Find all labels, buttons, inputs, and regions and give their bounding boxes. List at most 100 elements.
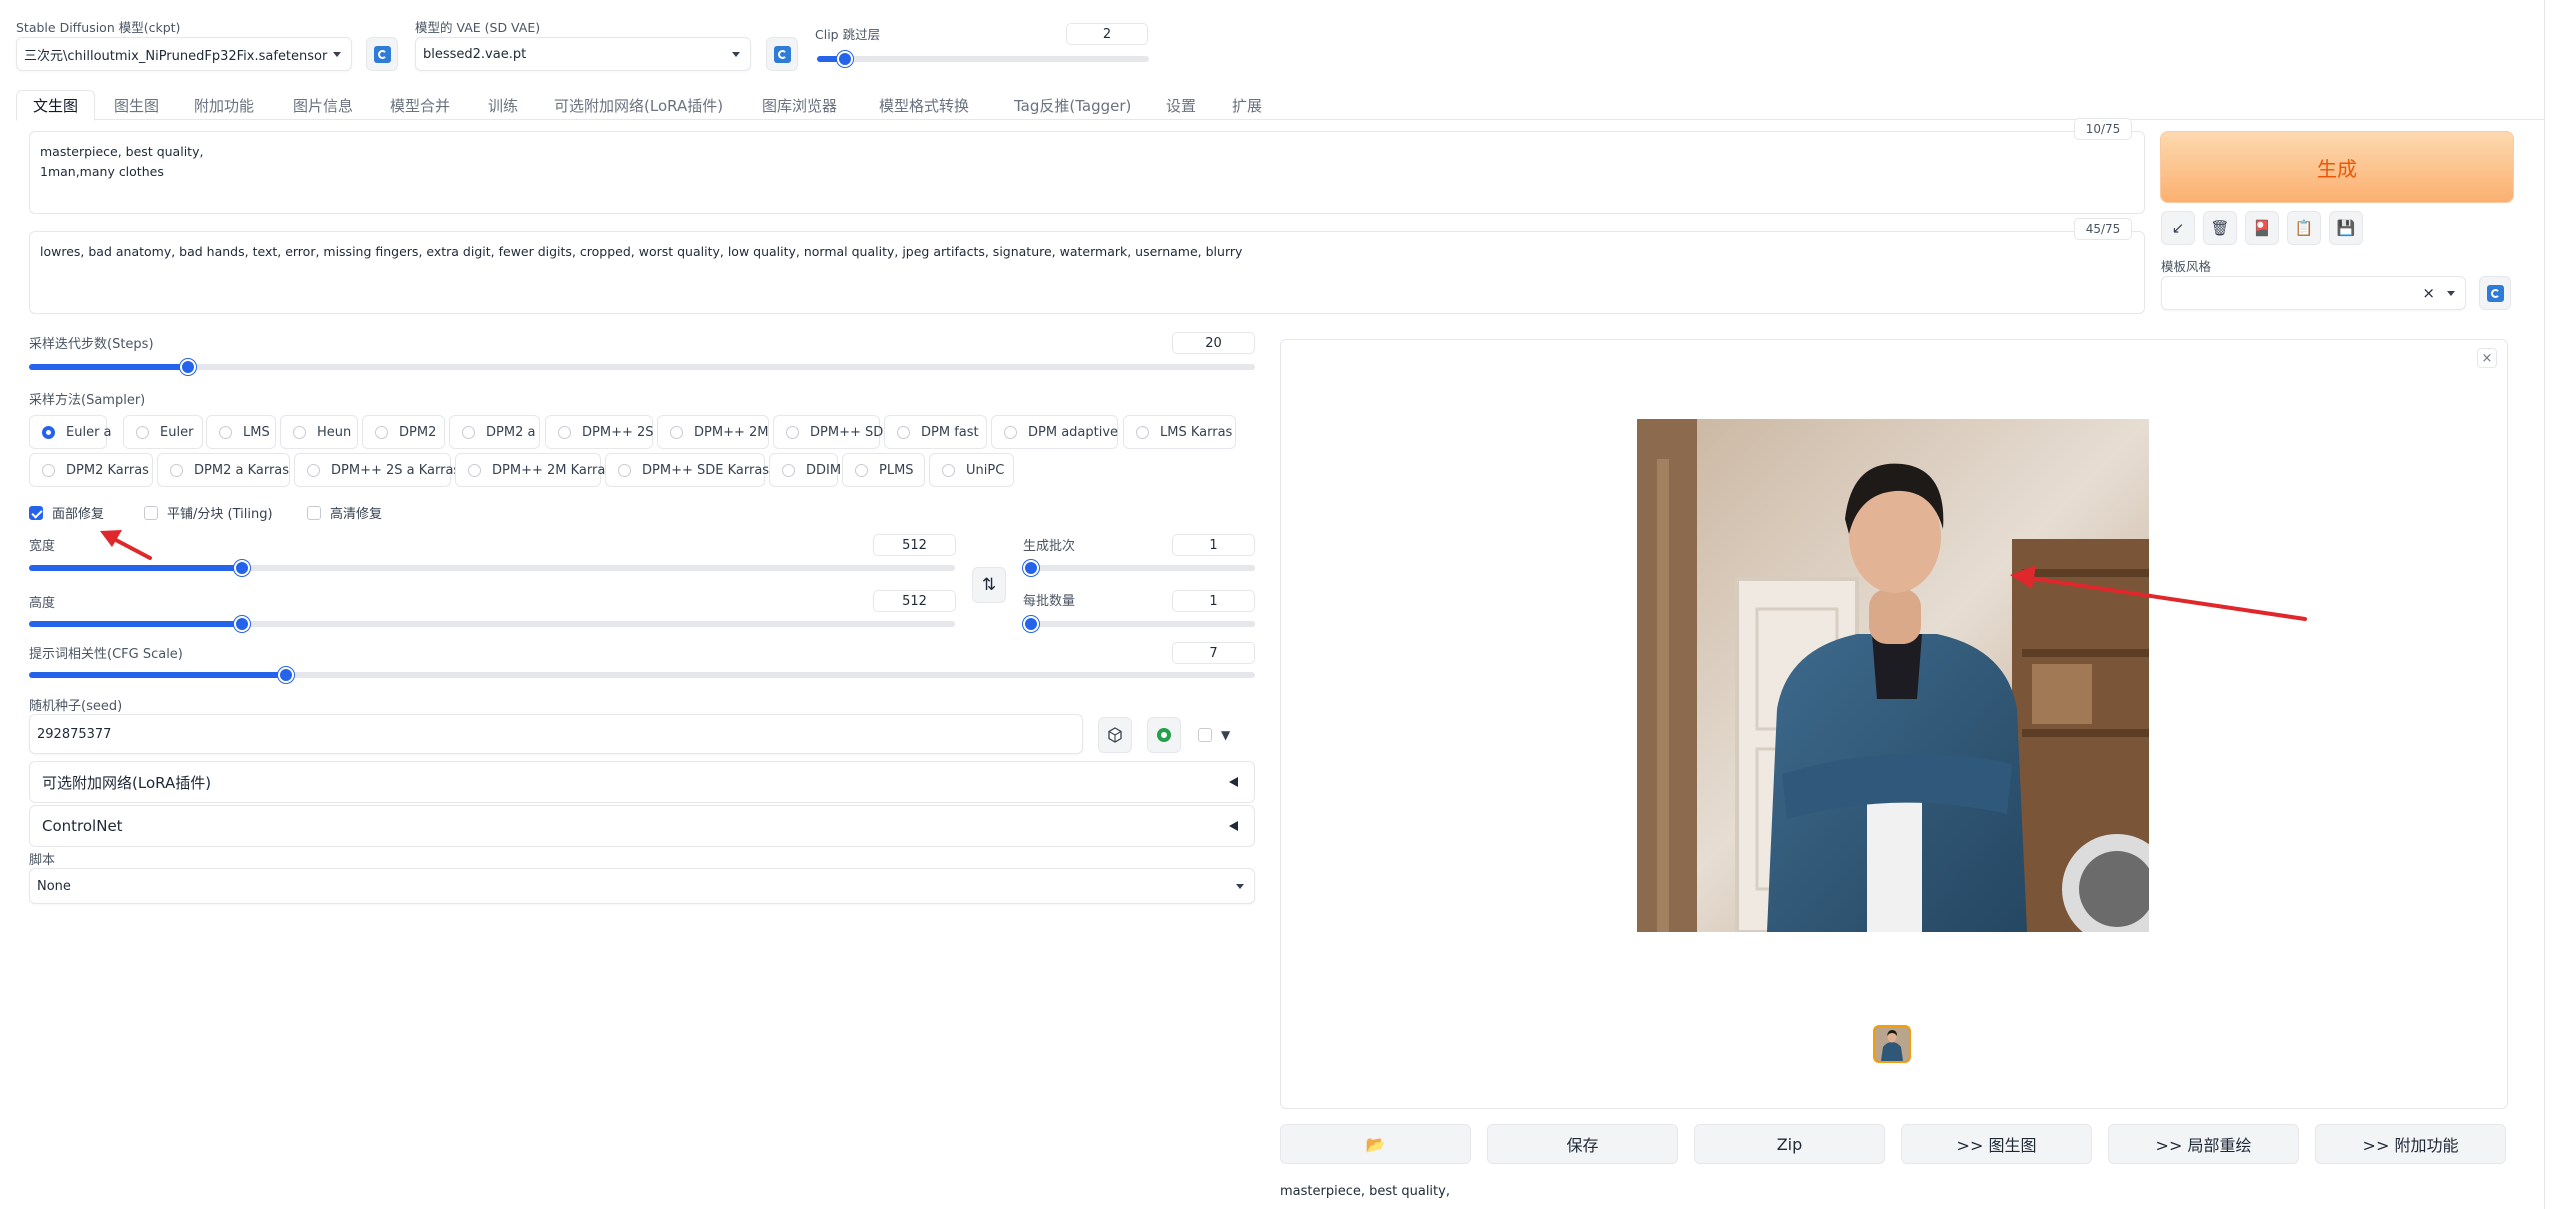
cfg-slider[interactable]: [29, 667, 1255, 683]
clip-slider[interactable]: [817, 51, 1149, 67]
slider-thumb[interactable]: [836, 51, 853, 67]
sampler-radio-dpm-adaptive[interactable]: DPM adaptive: [991, 415, 1118, 449]
send-to-inpaint-button[interactable]: >> 局部重绘: [2108, 1124, 2299, 1164]
apply-style-button[interactable]: 📋: [2287, 211, 2321, 245]
save-style-button[interactable]: 💾: [2329, 211, 2363, 245]
sampler-radio-dpm2[interactable]: DPM2: [362, 415, 445, 449]
zip-button[interactable]: Zip: [1694, 1124, 1885, 1164]
slider-thumb[interactable]: [1023, 616, 1039, 632]
extra-networks-button[interactable]: 🎴: [2245, 211, 2279, 245]
triangle-left-icon: [1229, 777, 1238, 787]
sampler-radio-lms-karras[interactable]: LMS Karras: [1123, 415, 1236, 449]
tab-convert[interactable]: 模型格式转换: [863, 90, 985, 120]
batch-count-slider[interactable]: [1023, 560, 1255, 576]
close-gallery-button[interactable]: ×: [2477, 348, 2497, 368]
ckpt-select[interactable]: 三次元\chilloutmix_NiPrunedFp32Fix.safetens…: [16, 37, 352, 71]
sampler-radio-euler[interactable]: Euler: [123, 415, 203, 449]
sampler-radio-dpm2-karras[interactable]: DPM2 Karras: [29, 453, 153, 487]
slider-thumb[interactable]: [1023, 560, 1039, 576]
prompt-textarea[interactable]: masterpiece, best quality, 1man,many clo…: [29, 131, 2145, 214]
seed-input[interactable]: 292875377: [29, 714, 1083, 754]
sampler-radio-unipc[interactable]: UniPC: [929, 453, 1014, 487]
controlnet-accordion[interactable]: ControlNet: [29, 805, 1255, 847]
tab-settings[interactable]: 设置: [1150, 90, 1212, 120]
tab-txt2img[interactable]: 文生图: [16, 90, 96, 121]
tiling-checkbox[interactable]: 平铺/分块 (Tiling): [144, 503, 273, 522]
tab-merge[interactable]: 模型合并: [374, 90, 466, 120]
steps-slider[interactable]: [29, 359, 1255, 375]
sampler-radio-lms[interactable]: LMS: [206, 415, 276, 449]
tab-tagger[interactable]: Tag反推(Tagger): [998, 90, 1147, 120]
generated-image[interactable]: [1637, 419, 2149, 932]
clear-prompt-button[interactable]: 🗑: [2203, 211, 2237, 245]
extra-seed-toggle[interactable]: ▼: [1198, 728, 1230, 742]
sampler-radio-dpm2-a-karras[interactable]: DPM2 a Karras: [157, 453, 290, 487]
refresh-icon: [773, 45, 791, 63]
sampler-radio-plms[interactable]: PLMS: [842, 453, 925, 487]
ckpt-refresh-button[interactable]: [366, 37, 398, 71]
sampler-radio-dpm-2s-a-karras[interactable]: DPM++ 2S a Karras: [294, 453, 460, 487]
tab-gallery[interactable]: 图库浏览器: [746, 90, 853, 120]
save-button[interactable]: 保存: [1487, 1124, 1678, 1164]
batch-size-input[interactable]: 1: [1172, 590, 1255, 612]
sampler-radio-dpm-2s-a[interactable]: DPM++ 2S a: [545, 415, 666, 449]
slider-thumb[interactable]: [233, 560, 250, 576]
style-select[interactable]: ×: [2161, 276, 2466, 310]
sampler-radio-ddim[interactable]: DDIM: [769, 453, 841, 487]
sampler-radio-dpm2-a[interactable]: DPM2 a: [449, 415, 540, 449]
generate-button[interactable]: 生成: [2160, 131, 2514, 203]
slider-thumb[interactable]: [180, 359, 197, 375]
tab-png-info[interactable]: 图片信息: [277, 90, 369, 120]
clip-number-input[interactable]: 2: [1066, 23, 1148, 45]
sampler-radio-dpm-sde-karras[interactable]: DPM++ SDE Karras: [605, 453, 769, 487]
sampler-radio-dpm-2m[interactable]: DPM++ 2M: [657, 415, 769, 449]
read-params-button[interactable]: ↙: [2161, 211, 2195, 245]
cfg-number-input[interactable]: 7: [1172, 642, 1255, 664]
random-seed-button[interactable]: [1098, 717, 1132, 753]
style-refresh-button[interactable]: [2479, 276, 2511, 310]
send-to-img2img-button[interactable]: >> 图生图: [1901, 1124, 2092, 1164]
batch-count-input[interactable]: 1: [1172, 534, 1255, 556]
sampler-radio-dpm-2m-karras[interactable]: DPM++ 2M Karras: [455, 453, 612, 487]
checkbox-box[interactable]: [1198, 728, 1212, 742]
script-label: 脚本: [29, 853, 56, 868]
lora-accordion[interactable]: 可选附加网络(LoRA插件): [29, 761, 1255, 803]
vae-refresh-button[interactable]: [766, 37, 798, 71]
height-number-input[interactable]: 512: [873, 590, 956, 612]
batch-size-slider[interactable]: [1023, 616, 1255, 632]
send-to-extras-button[interactable]: >> 附加功能: [2315, 1124, 2506, 1164]
checkbox-box[interactable]: [307, 505, 321, 520]
sampler-radio-euler-a[interactable]: Euler a: [29, 415, 112, 449]
height-slider[interactable]: [29, 616, 955, 632]
face-restore-label: 面部修复: [52, 507, 105, 522]
script-select[interactable]: None: [29, 868, 1255, 904]
tab-extensions[interactable]: 扩展: [1216, 90, 1278, 120]
face-restore-checkbox[interactable]: 面部修复: [29, 503, 104, 522]
tab-train[interactable]: 训练: [472, 90, 534, 120]
sampler-radio-dpm-fast[interactable]: DPM fast: [884, 415, 987, 449]
sampler-radio-dpm-sde[interactable]: DPM++ SDE: [773, 415, 891, 449]
steps-number-input[interactable]: 20: [1172, 332, 1255, 354]
tab-lora[interactable]: 可选附加网络(LoRA插件): [538, 90, 739, 120]
slider-thumb[interactable]: [233, 616, 250, 632]
slider-thumb[interactable]: [278, 667, 295, 683]
swap-dimensions-button[interactable]: ⇅: [972, 567, 1006, 603]
reuse-seed-button[interactable]: [1147, 717, 1181, 753]
width-slider[interactable]: [29, 560, 955, 576]
width-number-input[interactable]: 512: [873, 534, 956, 556]
hires-fix-checkbox[interactable]: 高清修复: [307, 503, 382, 522]
scrollbar-track[interactable]: [2544, 0, 2545, 1209]
chevron-down-icon: [333, 52, 341, 57]
sampler-radio-heun[interactable]: Heun: [280, 415, 358, 449]
batch-size-label: 每批数量: [1023, 594, 1076, 609]
cfg-label: 提示词相关性(CFG Scale): [29, 647, 183, 662]
tab-img2img[interactable]: 图生图: [98, 90, 175, 120]
open-folder-button[interactable]: 📂: [1280, 1124, 1471, 1164]
checkbox-box[interactable]: [29, 505, 43, 520]
tab-extras[interactable]: 附加功能: [178, 90, 270, 120]
clear-icon[interactable]: ×: [2422, 284, 2435, 302]
negative-prompt-textarea[interactable]: lowres, bad anatomy, bad hands, text, er…: [29, 231, 2145, 314]
checkbox-box[interactable]: [144, 505, 158, 520]
gallery-thumbnail[interactable]: [1873, 1025, 1911, 1063]
vae-select[interactable]: blessed2.vae.pt: [415, 37, 751, 71]
